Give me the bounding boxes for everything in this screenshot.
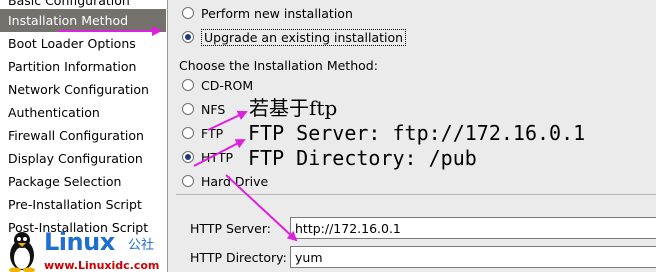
http-directory-input[interactable] xyxy=(290,246,656,268)
sidebar-item-authentication[interactable]: Authentication xyxy=(0,101,166,124)
radio-button-checked[interactable] xyxy=(182,31,194,43)
sidebar-item-boot-loader-options[interactable]: Boot Loader Options xyxy=(0,32,166,55)
sidebar-item-pre-installation-script[interactable]: Pre-Installation Script xyxy=(0,193,166,216)
radio-label: FTP xyxy=(201,126,224,141)
radio-perform-new-installation[interactable]: Perform new installation xyxy=(182,4,353,24)
section-label-installation-method: Choose the Installation Method: xyxy=(179,58,378,73)
http-server-label: HTTP Server: xyxy=(190,221,271,236)
sidebar-item-network-configuration[interactable]: Network Configuration xyxy=(0,78,166,101)
annotation-ftp-directory: FTP Directory: /pub xyxy=(248,146,477,170)
watermark-url: www.Linuxidc.com xyxy=(44,259,160,272)
radio-label: NFS xyxy=(201,102,226,117)
annotation-ftp-note: 若基于ftp xyxy=(249,96,338,120)
radio-hard-drive[interactable]: Hard Drive xyxy=(182,172,268,192)
tux-penguin-icon xyxy=(9,232,35,272)
radio-button[interactable] xyxy=(182,103,194,115)
radio-button[interactable] xyxy=(182,127,194,139)
radio-button[interactable] xyxy=(182,7,194,19)
radio-button-checked[interactable] xyxy=(182,151,194,163)
radio-label: Upgrade an existing installation xyxy=(201,29,407,46)
sidebar-item-installation-method[interactable]: Installation Method xyxy=(0,9,166,32)
radio-upgrade-existing-installation[interactable]: Upgrade an existing installation xyxy=(182,28,407,48)
http-server-input[interactable] xyxy=(290,217,656,239)
sidebar-item-partition-information[interactable]: Partition Information xyxy=(0,55,166,78)
radio-button[interactable] xyxy=(182,79,194,91)
radio-label: Hard Drive xyxy=(201,174,269,189)
radio-cd-rom[interactable]: CD-ROM xyxy=(182,76,253,96)
sidebar-item-package-selection[interactable]: Package Selection xyxy=(0,170,166,193)
watermark-brand: Linux xyxy=(44,228,115,256)
radio-nfs[interactable]: NFS xyxy=(182,100,225,120)
http-directory-label: HTTP Directory: xyxy=(190,250,287,265)
watermark-brand-cn: 公社 xyxy=(128,238,155,253)
sidebar-item-display-configuration[interactable]: Display Configuration xyxy=(0,147,166,170)
radio-label: CD-ROM xyxy=(201,78,254,93)
radio-ftp[interactable]: FTP xyxy=(182,124,223,144)
separator xyxy=(176,194,656,195)
radio-button[interactable] xyxy=(182,175,194,187)
watermark: Linux 公社 www.Linuxidc.com xyxy=(0,228,175,272)
radio-http[interactable]: HTTP xyxy=(182,148,233,168)
radio-label: HTTP xyxy=(201,150,233,165)
radio-label: Perform new installation xyxy=(201,6,353,21)
annotation-ftp-server: FTP Server: ftp://172.16.0.1 xyxy=(248,121,586,145)
sidebar-item-firewall-configuration[interactable]: Firewall Configuration xyxy=(0,124,166,147)
